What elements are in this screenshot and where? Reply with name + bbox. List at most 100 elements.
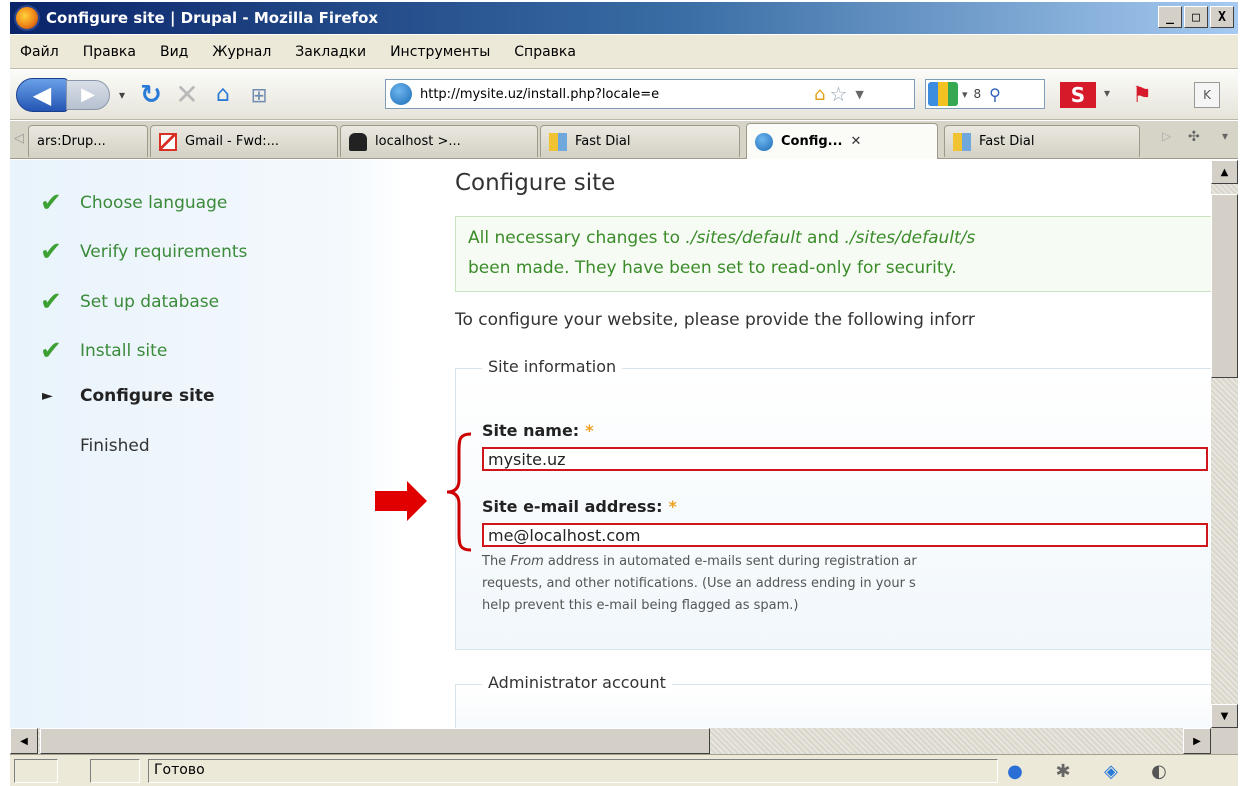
annotation-brace-icon xyxy=(446,432,472,552)
diamond-icon[interactable]: ◈ xyxy=(1096,759,1126,783)
scroll-tabs-right-icon[interactable]: ▷ xyxy=(1162,129,1171,143)
address-bar[interactable]: http://mysite.uz/install.php?locale=e ⌂ … xyxy=(385,79,915,109)
main-content: Configure site All necessary changes to … xyxy=(405,160,1211,728)
site-email-description: The From address in automated e-mails se… xyxy=(482,554,917,613)
chat-bubble-icon[interactable]: ● xyxy=(1000,759,1030,783)
page-title: Configure site xyxy=(455,170,616,196)
minimize-button[interactable]: _ xyxy=(1158,6,1182,28)
status-panel-icon[interactable] xyxy=(90,759,140,783)
tab-localhost[interactable]: localhost >... xyxy=(340,125,538,157)
tab-drupal-forum[interactable]: ars:Drup... xyxy=(28,125,148,157)
search-icon[interactable]: ⚲ xyxy=(989,85,1001,104)
arrow-right-icon: ▶ xyxy=(81,84,95,105)
arrow-left-icon: ◀ xyxy=(32,80,52,109)
gmail-icon xyxy=(159,132,177,151)
administrator-account-fieldset: Administrator account xyxy=(455,673,1211,728)
status-message: All necessary changes to ./sites/default… xyxy=(455,216,1211,292)
addon-status-icon[interactable]: ◐ xyxy=(1144,759,1174,783)
site-information-fieldset: Site information Site name:* Site e-mail… xyxy=(455,357,1211,650)
step-set-up-database: ✔ Set up database xyxy=(40,287,220,317)
step-choose-language: ✔ Choose language xyxy=(40,188,228,218)
menu-edit[interactable]: Правка xyxy=(83,44,136,60)
scroll-down-button[interactable]: ▼ xyxy=(1211,704,1238,728)
home-button[interactable]: ⌂ xyxy=(206,82,240,107)
tab-label: Fast Dial xyxy=(979,134,1035,149)
step-configure-site: ► Configure site xyxy=(42,386,215,406)
back-button[interactable]: ◀ xyxy=(16,77,68,112)
site-email-input[interactable] xyxy=(482,523,1208,547)
scroll-right-button[interactable]: ▶ xyxy=(1183,728,1211,754)
menu-tools[interactable]: Инструменты xyxy=(390,44,490,60)
stop-button[interactable]: ✕ xyxy=(170,78,204,111)
menu-bookmarks[interactable]: Закладки xyxy=(295,44,366,60)
window-titlebar: Configure site | Drupal - Mozilla Firefo… xyxy=(10,2,1238,34)
url-dropdown-icon[interactable]: ▼ xyxy=(855,88,863,101)
required-marker: * xyxy=(585,421,594,440)
tab-configure-site[interactable]: Config... ✕ xyxy=(746,123,938,159)
drupal-favicon-icon xyxy=(390,83,412,105)
home-icon[interactable]: ⌂ xyxy=(814,84,825,105)
reload-button[interactable]: ↻ xyxy=(134,80,168,110)
intro-text: To configure your website, please provid… xyxy=(455,310,975,330)
status-toggle-icon[interactable] xyxy=(14,759,58,783)
chevron-down-icon[interactable]: ▾ xyxy=(1104,86,1110,100)
tab-fast-dial[interactable]: Fast Dial xyxy=(540,125,740,157)
status-bar: Готово ● ✱ ◈ ◐ xyxy=(10,754,1238,786)
checkmark-icon: ✔ xyxy=(40,287,62,317)
menu-help[interactable]: Справка xyxy=(514,44,576,60)
extra-toolbar-button[interactable]: K xyxy=(1194,82,1220,108)
current-step-arrow-icon: ► xyxy=(42,388,53,404)
menu-view[interactable]: Вид xyxy=(160,44,188,60)
maximize-button[interactable]: □ xyxy=(1184,6,1208,28)
site-name-input[interactable] xyxy=(482,447,1208,471)
new-tab-icon: ⊞ xyxy=(250,82,268,107)
checkmark-icon: ✔ xyxy=(40,336,62,366)
bookmark-star-icon[interactable]: ☆ xyxy=(829,82,847,106)
fieldset-legend: Administrator account xyxy=(482,673,672,692)
navigation-toolbar: ◀ ▶ ▾ ↻ ✕ ⌂ ⊞ http://mysite.uz/install.p… xyxy=(10,70,1238,120)
step-finished: Finished xyxy=(80,436,150,456)
reload-icon: ↻ xyxy=(140,79,162,110)
checkmark-icon: ✔ xyxy=(40,237,62,267)
close-button[interactable]: X xyxy=(1210,6,1234,28)
url-text[interactable]: http://mysite.uz/install.php?locale=e xyxy=(420,87,810,102)
tab-list-icon[interactable]: ✣ xyxy=(1188,129,1200,145)
scroll-up-button[interactable]: ▲ xyxy=(1211,160,1238,184)
tab-label: ars:Drup... xyxy=(37,134,106,149)
stop-icon: ✕ xyxy=(175,78,199,111)
site-email-label: Site e-mail address: * xyxy=(482,497,677,516)
status-text-box xyxy=(148,759,998,783)
scroll-left-button[interactable]: ◀ xyxy=(10,728,38,754)
close-tab-icon[interactable]: ✕ xyxy=(850,134,861,149)
vertical-scrollbar[interactable]: ▲ ▼ xyxy=(1211,160,1238,728)
scroll-tabs-left-icon[interactable]: ◁ xyxy=(14,131,24,146)
history-dropdown-button[interactable]: ▾ xyxy=(114,88,130,102)
firefox-logo-icon xyxy=(14,5,40,31)
search-engine-icon[interactable] xyxy=(928,82,958,106)
install-steps-sidebar: ✔ Choose language ✔ Verify requirements … xyxy=(10,160,405,728)
tab-label: localhost >... xyxy=(375,134,461,149)
menu-file[interactable]: Файл xyxy=(20,44,59,60)
bookmark-add-button[interactable]: ⊞ xyxy=(242,83,276,107)
bug-icon[interactable]: ✱ xyxy=(1048,759,1078,783)
step-install-site: ✔ Install site xyxy=(40,336,168,366)
annotation-arrow-icon xyxy=(375,481,427,521)
menu-history[interactable]: Журнал xyxy=(212,44,271,60)
addon-flag-icon[interactable]: ⚑ xyxy=(1124,82,1160,108)
tab-label: Gmail - Fwd:... xyxy=(185,134,280,149)
forward-button[interactable]: ▶ xyxy=(66,79,110,110)
window-controls: _ □ X xyxy=(1158,6,1234,28)
chevron-down-icon[interactable]: ▾ xyxy=(962,88,968,101)
tab-fast-dial-2[interactable]: Fast Dial xyxy=(944,125,1140,157)
chevron-down-icon[interactable]: ▾ xyxy=(1222,129,1228,143)
search-bar[interactable]: ▾ 8 ⚲ xyxy=(925,79,1045,109)
vertical-scroll-thumb[interactable] xyxy=(1211,194,1238,378)
horizontal-scrollbar[interactable]: ◀ ▶ xyxy=(10,728,1211,754)
window-title: Configure site | Drupal - Mozilla Firefo… xyxy=(46,9,379,27)
s-addon-button[interactable]: S xyxy=(1060,82,1096,108)
horizontal-scroll-thumb[interactable] xyxy=(40,728,710,754)
tab-gmail[interactable]: Gmail - Fwd:... xyxy=(150,125,338,157)
tab-label: Fast Dial xyxy=(575,134,631,149)
fast-dial-icon xyxy=(953,132,971,151)
search-input[interactable]: 8 xyxy=(974,87,982,101)
